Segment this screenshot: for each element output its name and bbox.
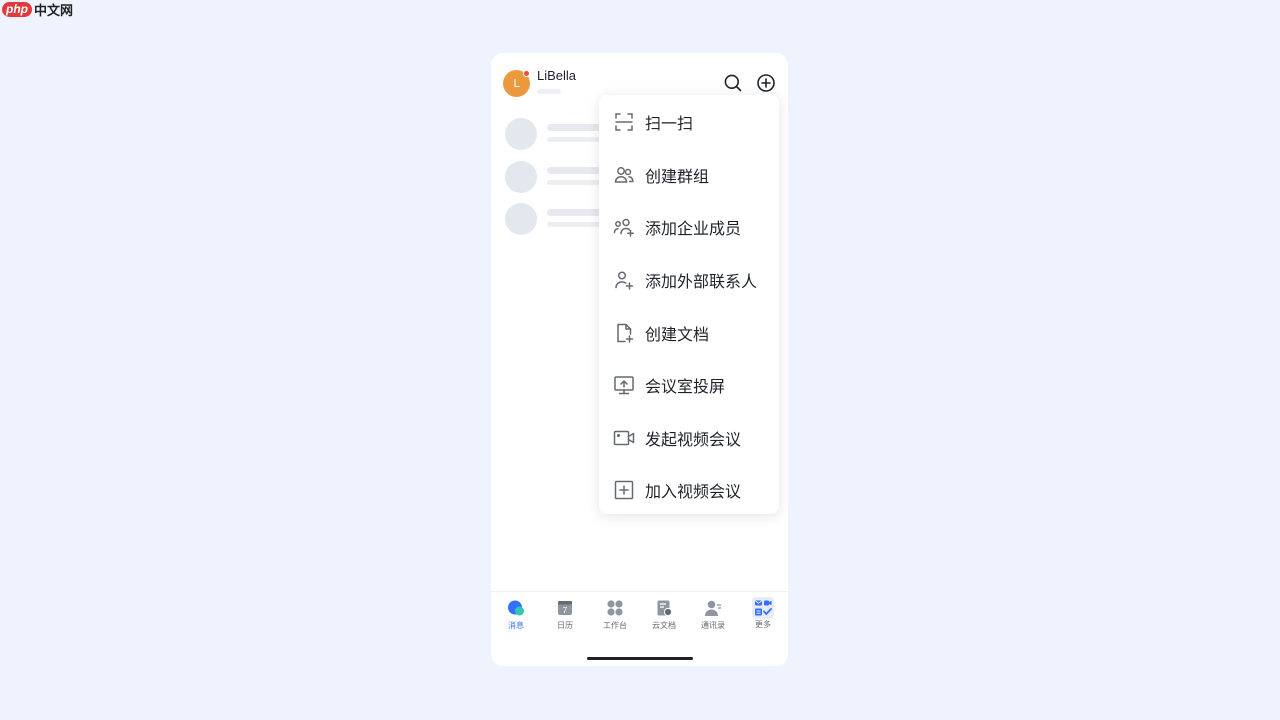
menu-item-label: 会议室投屏 [645,377,726,396]
plus-circle-icon [757,74,775,92]
search-button[interactable] [723,73,743,93]
search-icon [724,74,742,92]
video-camera-icon [613,427,635,449]
skeleton-avatar [505,118,537,150]
menu-item-label: 创建群组 [645,167,710,186]
tab-contacts[interactable]: 通讯录 [693,599,733,635]
menu-item-create-doc[interactable]: 创建文档 [599,307,779,359]
menu-item-label: 发起视频会议 [645,430,742,449]
home-indicator [587,657,693,660]
menu-item-label: 添加外部联系人 [645,272,758,291]
watermark-text: 中文网 [34,3,74,19]
menu-item-add-external-contact[interactable]: 添加外部联系人 [599,254,779,306]
more-apps-icon [752,597,774,619]
menu-item-label: 加入视频会议 [645,482,742,501]
tab-label: 通讯录 [701,621,725,630]
tab-label: 消息 [508,621,524,630]
menu-item-label: 扫一扫 [645,114,694,133]
calendar-date: 7 [563,606,568,615]
menu-item-create-group[interactable]: 创建群组 [599,149,779,201]
tab-workplace[interactable]: 工作台 [595,599,635,635]
menu-item-join-video-meeting[interactable]: 加入视频会议 [599,464,779,516]
plus-square-icon [613,479,635,501]
menu-item-room-screen-share[interactable]: 会议室投屏 [599,359,779,411]
tab-more[interactable]: 更多 [743,597,783,635]
tab-label: 工作台 [603,621,627,630]
tab-label: 云文档 [652,621,676,630]
scan-icon [613,111,635,133]
add-members-icon [613,216,635,238]
apps-grid-icon [606,599,624,617]
tab-label: 日历 [557,621,573,630]
menu-item-label: 创建文档 [645,325,710,344]
cloud-doc-icon [655,599,673,617]
calendar-icon: 7 [556,599,574,617]
watermark-logo: php [2,1,32,17]
bottom-tab-bar: 消息 7 日历 工作台 云文档 通讯录 更多 [491,591,788,641]
tab-calendar[interactable]: 7 日历 [545,599,585,635]
menu-item-add-members[interactable]: 添加企业成员 [599,201,779,253]
message-icon [507,599,525,617]
contacts-icon [704,599,722,617]
menu-item-start-video-meeting[interactable]: 发起视频会议 [599,412,779,464]
quick-action-menu: 扫一扫 创建群组 添加企业成员 添加外部联系人 创建文档 会议室投屏 发起视频会… [599,95,779,514]
skeleton-avatar [505,161,537,193]
menu-item-label: 添加企业成员 [645,219,742,238]
skeleton-avatar [505,203,537,235]
new-doc-icon [613,322,635,344]
menu-item-scan[interactable]: 扫一扫 [599,96,779,148]
phone-screen: L LiBella 扫一扫 创建群组 添加企业成员 添加外部联系人 创建文档 会… [491,53,788,666]
add-contact-icon [613,269,635,291]
tab-cloud-docs[interactable]: 云文档 [644,599,684,635]
avatar-initial: L [513,77,520,90]
screen-share-icon [613,374,635,396]
tab-label: 更多 [755,620,771,629]
site-watermark: php 中文网 [2,0,74,19]
group-icon [613,164,635,186]
tab-messages[interactable]: 消息 [496,599,536,635]
add-button[interactable] [756,73,776,93]
notification-dot [523,70,530,77]
username: LiBella [537,68,577,83]
status-placeholder [537,89,561,94]
